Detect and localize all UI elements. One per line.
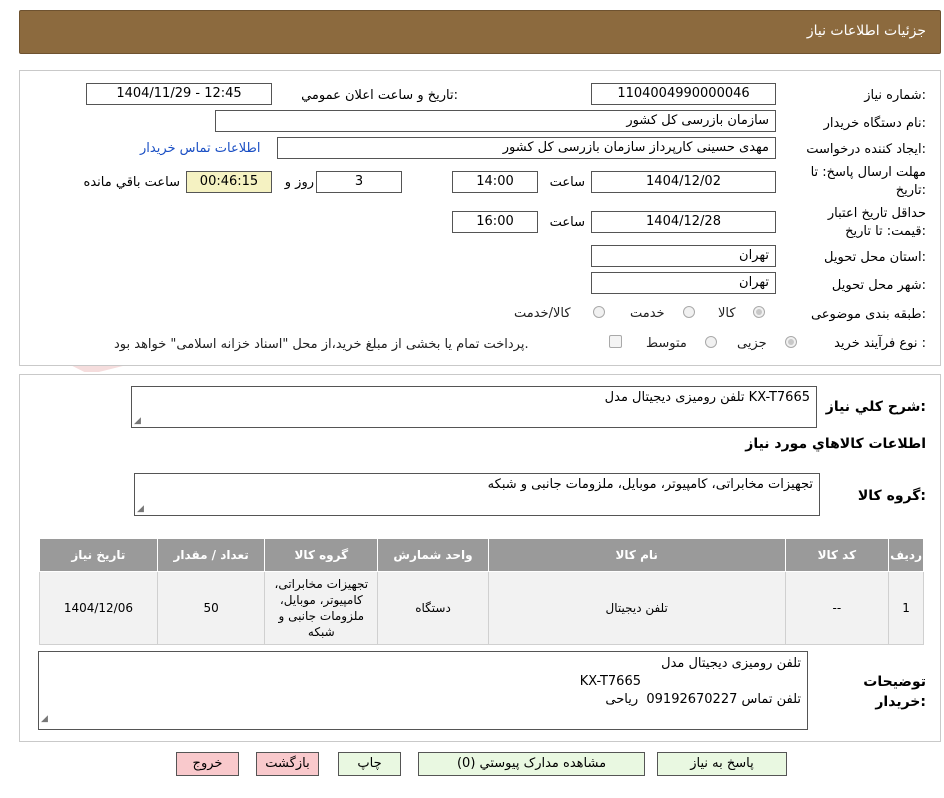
category-radio-goods[interactable] (753, 306, 765, 318)
goods-info-title: اطلاعات کالاهاي مورد نیاز (745, 436, 926, 452)
validity-time-field: 16:00 (452, 211, 538, 233)
remaining-time-field: 00:46:15 (186, 171, 272, 193)
reply-button[interactable]: پاسخ به نیاز (657, 752, 787, 776)
announce-field: 1404/11/29 - 12:45 (86, 83, 272, 105)
requester-field: مهدی حسینی کارپرداز سازمان بازرسی کل کشو… (277, 137, 776, 159)
province-field: تهران (591, 245, 776, 267)
need-number-field: 1104004990000046 (591, 83, 776, 105)
page-header: جزئیات اطلاعات نیاز (19, 10, 941, 54)
announce-label: تاریخ و ساعت اعلان عمومي: (301, 88, 458, 103)
city-field: تهران (591, 272, 776, 294)
buyer-org-label: نام دستگاه خریدار: (823, 116, 926, 131)
treasury-checkbox[interactable] (609, 335, 622, 348)
city-label: شهر محل تحویل: (831, 278, 926, 293)
reply-deadline-label: مهلت ارسال پاسخ: تا تاریخ: (810, 165, 926, 198)
buyer-notes-line-3: تلفن تماس 09192670227 ریاحی (605, 692, 801, 707)
category-label: طبقه بندی موضوعی: (810, 307, 926, 322)
cell-name: تلفن دیجیتال (487, 571, 786, 645)
process-option-medium: متوسط (646, 336, 687, 351)
province-label: استان محل تحویل: (824, 250, 926, 265)
col-name-header: نام کالا (487, 538, 786, 572)
buyer-notes-label: توضیحات خریدار: (863, 674, 926, 710)
table-row: 1 -- تلفن دیجیتال دستگاه تجهیزات مخابرات… (39, 571, 924, 645)
treasury-note: پرداخت تمام یا بخشی از مبلغ خرید،از محل … (114, 337, 529, 352)
reply-date-field: 1404/12/02 (591, 171, 776, 193)
summary-label: شرح کلي نیاز: (825, 399, 926, 415)
goods-group-label: گروه کالا: (857, 488, 926, 504)
remaining-label: ساعت باقي مانده (83, 175, 180, 190)
buyer-notes-line-1: تلفن رومیزی دیجیتال مدل (661, 656, 801, 671)
days-field: 3 (316, 171, 402, 193)
cell-row: 1 (888, 571, 924, 645)
goods-group-text: تجهیزات مخابراتی، کامپیوتر، موبایل، ملزو… (487, 477, 813, 492)
buyer-notes-textarea: تلفن رومیزی دیجیتال مدل KX-T7665 تلفن تم… (38, 651, 808, 730)
category-radio-service[interactable] (683, 306, 695, 318)
resize-grip-icon: ◢ (137, 504, 144, 514)
summary-textarea: تلفن رومیزی دیجیتال مدل KX-T7665 ◢ (131, 386, 817, 428)
price-validity-label: حداقل تاریخ اعتبار قیمت: تا تاریخ: (827, 206, 926, 239)
print-button[interactable]: چاپ (338, 752, 401, 776)
resize-grip-icon: ◢ (134, 416, 141, 426)
requester-label: ایجاد کننده درخواست: (806, 142, 926, 157)
col-code-header: کد کالا (784, 538, 890, 572)
table-header-row: ردیف کد کالا نام کالا واحد شمارش گروه کا… (39, 538, 924, 572)
col-row-header: ردیف (888, 538, 924, 572)
reply-time-field: 14:00 (452, 171, 538, 193)
attachments-button[interactable]: مشاهده مدارک پیوستي (0) (418, 752, 645, 776)
col-qty-header: تعداد / مقدار (156, 538, 266, 572)
buyer-org-field: سازمان بازرسی کل کشور (215, 110, 776, 132)
days-label: روز و (284, 175, 314, 190)
validity-date-field: 1404/12/28 (591, 211, 776, 233)
category-option-service: خدمت (630, 306, 665, 321)
col-group-header: گروه کالا (264, 538, 379, 572)
back-button[interactable]: بازگشت (256, 752, 319, 776)
process-option-partial: جزیی (737, 336, 767, 351)
page-title: جزئیات اطلاعات نیاز (806, 23, 926, 39)
col-date-header: تاریخ نیاز (39, 538, 158, 572)
validity-time-label: ساعت (549, 215, 585, 230)
reply-time-label: ساعت (549, 175, 585, 190)
cell-qty: 50 (156, 571, 266, 645)
summary-text: تلفن رومیزی دیجیتال مدل KX-T7665 (604, 390, 810, 405)
items-table: ردیف کد کالا نام کالا واحد شمارش گروه کا… (39, 538, 924, 645)
goods-group-textarea: تجهیزات مخابراتی، کامپیوتر، موبایل، ملزو… (134, 473, 820, 516)
cell-date: 1404/12/06 (39, 571, 158, 645)
exit-button[interactable]: خروج (176, 752, 239, 776)
buyer-notes-line-2: KX-T7665 (579, 674, 641, 689)
category-radio-both[interactable] (593, 306, 605, 318)
process-label: نوع فرآیند خرید : (834, 336, 926, 351)
category-option-goods: کالا (718, 306, 736, 321)
process-radio-partial[interactable] (785, 336, 797, 348)
buyer-contact-link[interactable]: اطلاعات تماس خریدار (140, 141, 260, 156)
process-radio-medium[interactable] (705, 336, 717, 348)
cell-unit: دستگاه (377, 571, 489, 645)
cell-code: -- (784, 571, 890, 645)
category-option-both: کالا/خدمت (514, 306, 571, 321)
resize-grip-icon: ◢ (41, 714, 48, 724)
need-number-label: شماره نیاز: (864, 88, 926, 103)
cell-group: تجهیزات مخابراتی، کامپیوتر، موبایل، ملزو… (264, 571, 379, 645)
col-unit-header: واحد شمارش (377, 538, 489, 572)
